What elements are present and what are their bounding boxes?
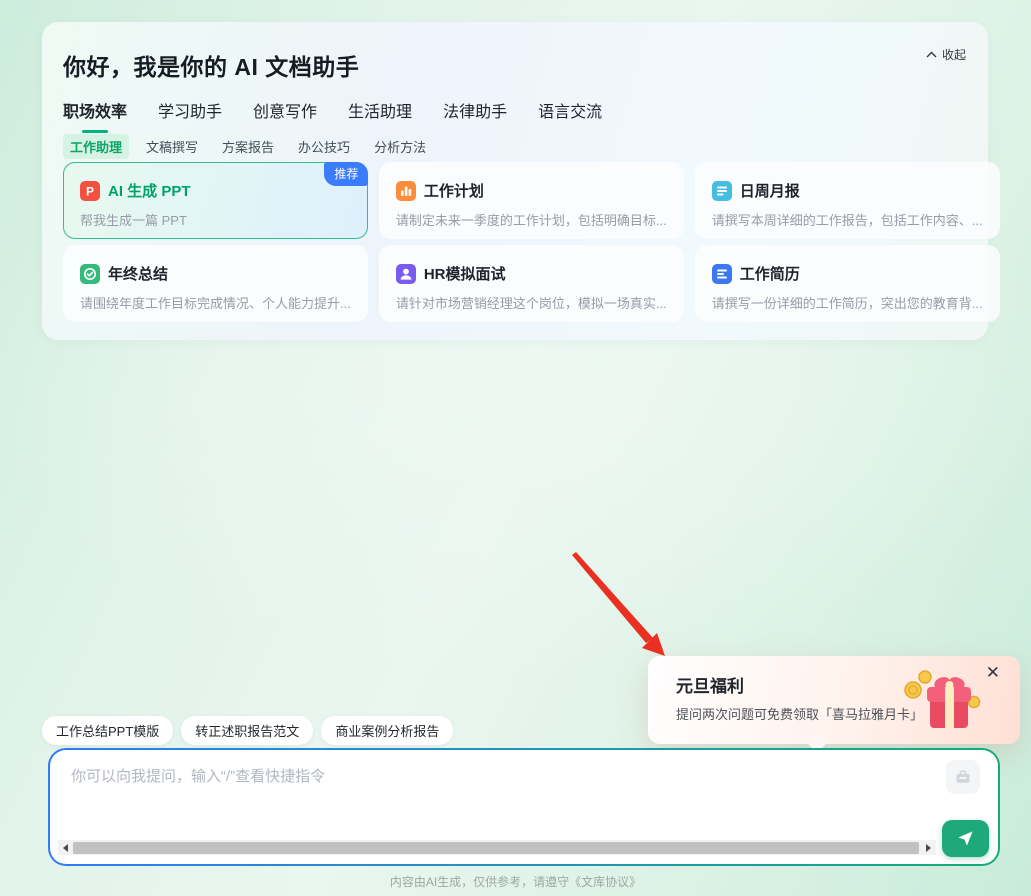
card-title: 年终总结 xyxy=(108,263,168,284)
ai-doc-assistant-page: 收起 你好，我是你的 AI 文档助手 职场效率 学习助手 创意写作 生活助理 法… xyxy=(0,0,1031,896)
card-desc: 请撰写一份详细的工作简历，突出您的教育背... xyxy=(712,293,983,312)
card-desc: 请针对市场营销经理这个岗位，模拟一场真实... xyxy=(396,293,667,312)
recommended-badge: 推荐 xyxy=(324,162,368,186)
quick-suggestion-chips: 工作总结PPT模版 转正述职报告范文 商业案例分析报告 xyxy=(42,716,453,745)
tab-language-exchange[interactable]: 语言交流 xyxy=(538,98,602,126)
suggestion-cards: 推荐 P AI 生成 PPT 帮我生成一篇 PPT 工作计划 请制定未来一季度的… xyxy=(63,162,967,322)
footer-disclaimer: 内容由AI生成，仅供参考，请遵守《文库协议》 xyxy=(0,873,1031,890)
tab-life-assistant[interactable]: 生活助理 xyxy=(348,98,412,126)
subtag-analysis-method[interactable]: 分析方法 xyxy=(367,134,433,159)
card-desc: 请撰写本周详细的工作报告，包括工作内容、... xyxy=(712,210,983,229)
card-work-resume[interactable]: 工作简历 请撰写一份详细的工作简历，突出您的教育背... xyxy=(695,245,1000,322)
horizontal-scrollbar[interactable] xyxy=(58,840,936,855)
prompt-input[interactable] xyxy=(71,765,931,823)
svg-text:P: P xyxy=(86,184,94,198)
scroll-right-arrow[interactable] xyxy=(921,840,936,855)
red-annotation-arrow xyxy=(566,545,676,663)
card-ai-generate-ppt[interactable]: 推荐 P AI 生成 PPT 帮我生成一篇 PPT xyxy=(63,162,368,239)
card-desc: 请围绕年度工作目标完成情况、个人能力提升... xyxy=(80,293,351,312)
chip-work-summary-ppt-template[interactable]: 工作总结PPT模版 xyxy=(42,716,173,745)
card-desc: 请制定未来一季度的工作计划，包括明确目标... xyxy=(396,210,667,229)
ppt-icon: P xyxy=(80,181,100,201)
collapse-label: 收起 xyxy=(942,46,966,63)
bar-chart-icon xyxy=(396,181,416,201)
card-year-end-summary[interactable]: 年终总结 请围绕年度工作目标完成情况、个人能力提升... xyxy=(63,245,368,322)
promo-desc: 提问两次问题可免费领取「喜马拉雅月卡」 xyxy=(676,704,923,723)
footer-text: 内容由AI生成，仅供参考，请遵守 xyxy=(390,875,569,889)
resume-doc-icon xyxy=(712,264,732,284)
page-title: 你好，我是你的 AI 文档助手 xyxy=(63,48,359,82)
subtag-proposal-report[interactable]: 方案报告 xyxy=(215,134,281,159)
card-work-plan[interactable]: 工作计划 请制定未来一季度的工作计划，包括明确目标... xyxy=(379,162,684,239)
prompt-input-container xyxy=(48,748,1000,866)
scroll-left-arrow[interactable] xyxy=(58,840,73,855)
card-hr-mock-interview[interactable]: HR模拟面试 请针对市场营销经理这个岗位，模拟一场真实... xyxy=(379,245,684,322)
category-tabs: 职场效率 学习助手 创意写作 生活助理 法律助手 语言交流 xyxy=(63,98,602,126)
toolbox-button[interactable] xyxy=(946,760,980,794)
card-title: AI 生成 PPT xyxy=(108,180,191,201)
tab-creative-writing[interactable]: 创意写作 xyxy=(253,98,317,126)
library-agreement-link[interactable]: 《文库协议》 xyxy=(569,875,641,889)
scrollbar-thumb[interactable] xyxy=(73,842,919,854)
card-daily-weekly-monthly-report[interactable]: 日周月报 请撰写本周详细的工作报告，包括工作内容、... xyxy=(695,162,1000,239)
gift-box-illustration xyxy=(900,664,982,736)
card-title: HR模拟面试 xyxy=(424,263,506,284)
card-title: 工作简历 xyxy=(740,263,800,284)
chip-probation-report-sample[interactable]: 转正述职报告范文 xyxy=(181,716,313,745)
collapse-button[interactable]: 收起 xyxy=(926,46,966,63)
report-doc-icon xyxy=(712,181,732,201)
promo-title: 元旦福利 xyxy=(676,672,744,697)
send-button[interactable] xyxy=(942,820,989,857)
person-icon xyxy=(396,264,416,284)
tab-study-assistant[interactable]: 学习助手 xyxy=(158,98,222,126)
chevron-up-icon xyxy=(926,51,937,58)
card-title: 工作计划 xyxy=(424,180,484,201)
tab-legal-assistant[interactable]: 法律助手 xyxy=(443,98,507,126)
subcategory-tags: 工作助理 文稿撰写 方案报告 办公技巧 分析方法 xyxy=(63,134,433,159)
subtag-office-tips[interactable]: 办公技巧 xyxy=(291,134,357,159)
briefcase-icon xyxy=(954,768,972,786)
checkmark-icon xyxy=(80,264,100,284)
send-plane-icon xyxy=(956,829,975,848)
subtag-work-assistant[interactable]: 工作助理 xyxy=(63,134,129,159)
subtag-manuscript-writing[interactable]: 文稿撰写 xyxy=(139,134,205,159)
card-desc: 帮我生成一篇 PPT xyxy=(80,210,351,229)
close-icon[interactable]: ✕ xyxy=(986,664,1000,681)
promo-popup[interactable]: 元旦福利 提问两次问题可免费领取「喜马拉雅月卡」 ✕ xyxy=(648,656,1020,744)
tab-workplace-efficiency[interactable]: 职场效率 xyxy=(63,98,127,126)
card-title: 日周月报 xyxy=(740,180,800,201)
chip-business-case-analysis-report[interactable]: 商业案例分析报告 xyxy=(321,716,453,745)
assistant-panel: 收起 你好，我是你的 AI 文档助手 职场效率 学习助手 创意写作 生活助理 法… xyxy=(42,22,988,340)
